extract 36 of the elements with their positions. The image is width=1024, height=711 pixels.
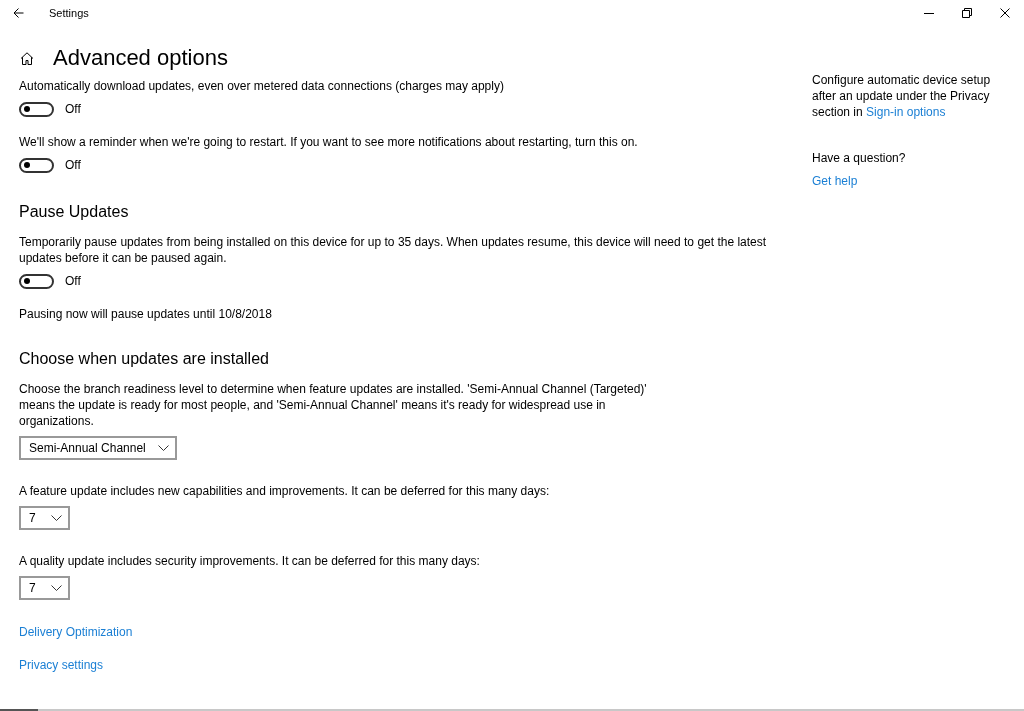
close-icon [1000,8,1010,18]
toggle-state-label: Off [65,102,81,116]
related-link[interactable]: Privacy settings [19,657,104,673]
toggle-switch[interactable] [19,101,54,117]
home-button[interactable] [20,51,34,65]
page-title: Advanced options [53,44,228,72]
minimize-icon [924,12,934,14]
setting-description: A feature update includes new capabilities and improvements. It can be deferred for this many days: [19,483,551,499]
toggle-switch[interactable] [19,273,54,289]
setting-description: Choose the branch readiness level to determine when feature updates are installed. 'Semi-Annual Channel (Targeted)' means the update is ready for most people, and 'Semi-Annual Channel' means it's ready for widespread use in organizations. [19,381,648,429]
home-icon [20,51,34,65]
toggle-switch[interactable] [19,157,54,173]
dropdown[interactable]: 7 [19,576,70,600]
chevron-down-icon [51,515,62,521]
chevron-down-icon [157,445,169,451]
help-question: Have a question? [812,150,907,166]
section-heading: Pause Updates [19,202,130,222]
dropdown[interactable]: 7 [19,506,70,530]
setting-description: A quality update includes security improvements. It can be deferred for this many days: [19,553,481,569]
restore-icon [962,8,972,18]
back-arrow-icon [12,8,24,18]
sign-in-options-link[interactable]: Sign-in options [866,105,946,119]
setting-description: Temporarily pause updates from being installed on this device for up to 35 days. When updates resume, this device will need to get the latest updates before it can be paused again. [19,234,768,266]
toggle-state-label: Off [65,158,81,172]
toggle-state-label: Off [65,274,81,288]
sidebar-description: Configure automatic device setup after an update under the Privacy section in Sign-in options [812,72,992,120]
get-help-link[interactable]: Get help [812,173,858,189]
horizontal-scrollbar[interactable] [0,709,1024,711]
window-title: Settings [49,7,89,19]
section-heading: Choose when updates are installed [19,349,270,369]
chevron-down-icon [51,585,62,591]
related-link[interactable]: Delivery Optimization [19,624,133,640]
dropdown[interactable]: Semi-Annual Channel [19,436,177,460]
setting-description: We'll show a reminder when we're going to restart. If you want to see more notifications about restarting, turn this on. [19,134,639,150]
pause-date-note: Pausing now will pause updates until 10/8/2018 [19,306,273,322]
setting-description: Automatically download updates, even over metered data connections (charges may apply) [19,78,505,94]
